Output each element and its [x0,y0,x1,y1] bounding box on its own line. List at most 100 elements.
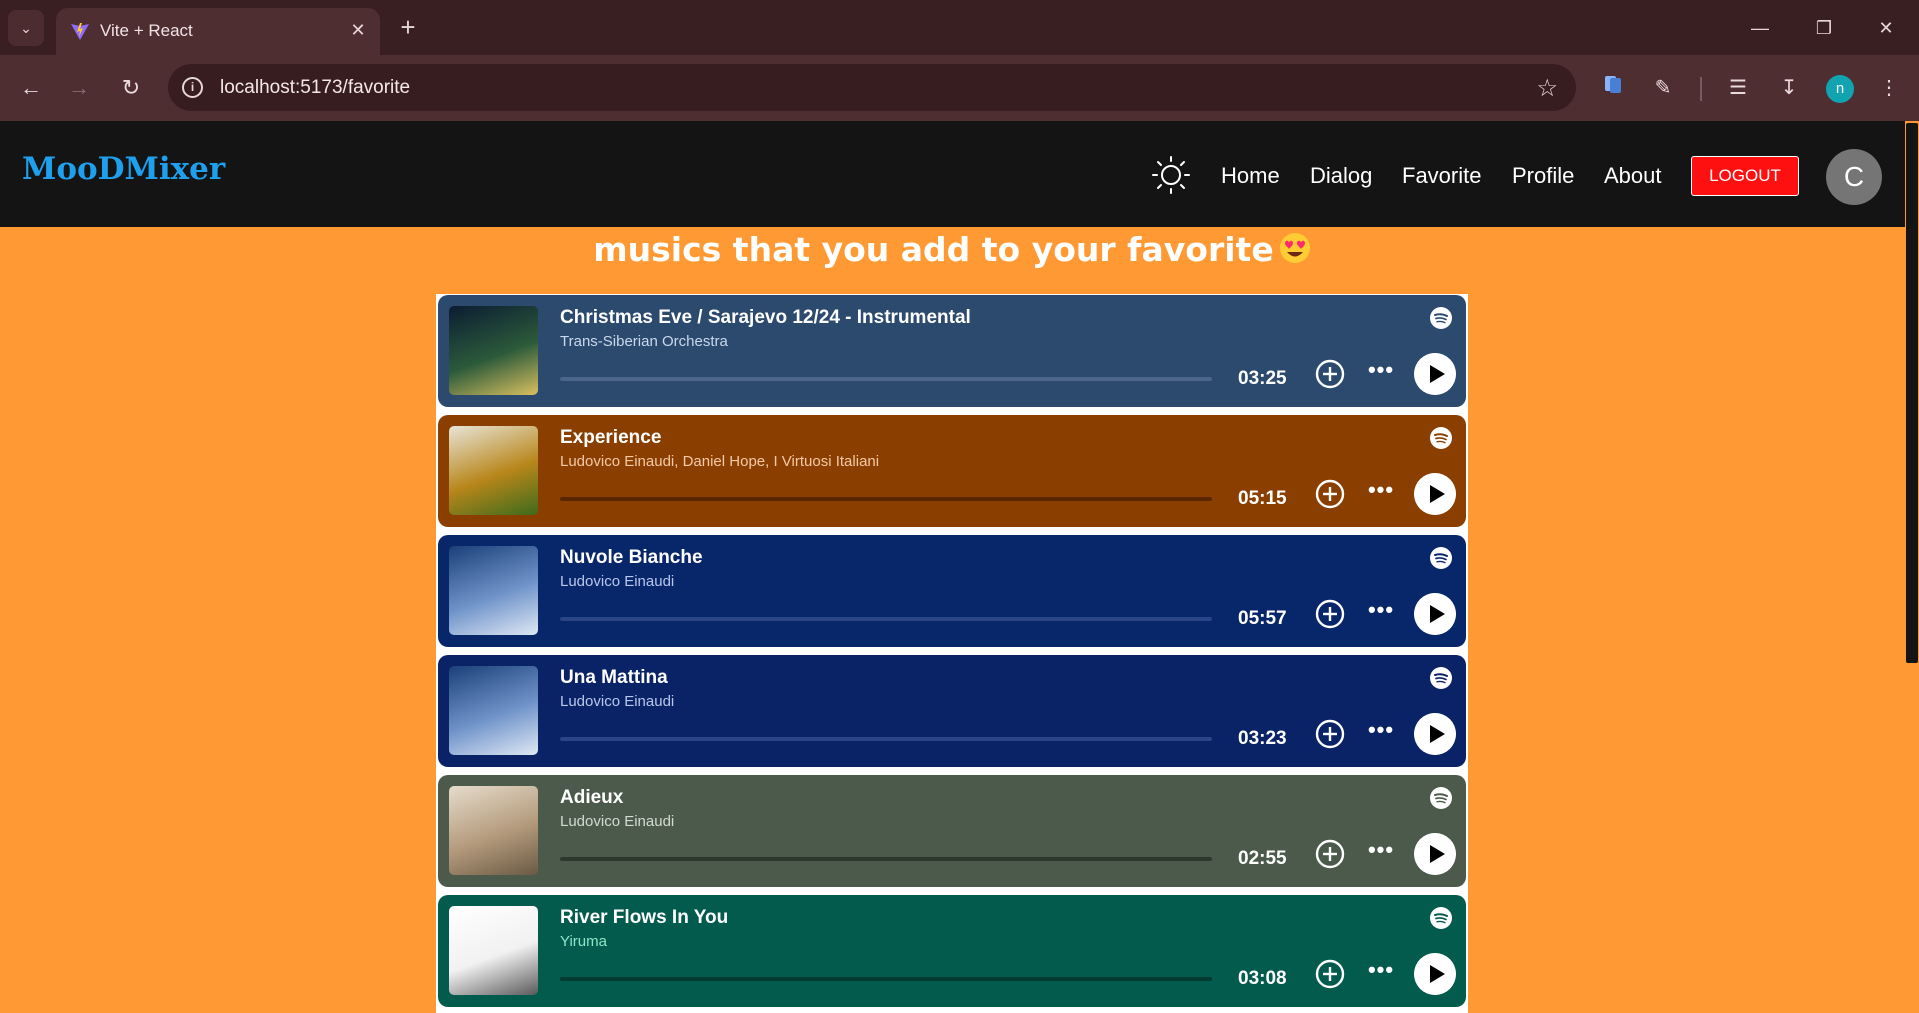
album-cover [449,906,538,995]
extension-doc-icon[interactable] [1598,73,1628,103]
track-artist: Ludovico Einaudi [560,813,675,830]
album-cover [449,426,538,515]
track-artist: Trans-Siberian Orchestra [560,333,728,350]
track-card[interactable]: Adieux Ludovico Einaudi 02:55 ••• [438,775,1466,887]
track-duration: 03:23 [1238,728,1287,749]
track-card[interactable]: Nuvole Bianche Ludovico Einaudi 05:57 ••… [438,535,1466,647]
site-info-icon[interactable]: i [182,77,203,98]
progress-bar[interactable] [560,737,1212,741]
vite-logo-icon [71,23,89,40]
download-icon[interactable]: ↧ [1774,73,1804,103]
track-artist: Ludovico Einaudi, Daniel Hope, I Virtuos… [560,453,880,470]
track-title: Adieux [560,787,624,808]
track-artist: Yiruma [560,933,607,950]
media-queue-icon[interactable]: ☰ [1723,73,1753,103]
track-title: Una Mattina [560,667,668,688]
progress-bar[interactable] [560,857,1212,861]
browser-tab[interactable]: Vite + React ✕ [56,8,380,55]
nav-about[interactable]: About [1604,163,1662,189]
nav-profile[interactable]: Profile [1512,163,1574,189]
track-card[interactable]: Christmas Eve / Sarajevo 12/24 - Instrum… [438,295,1466,407]
track-artist: Ludovico Einaudi [560,693,675,710]
track-duration: 03:08 [1238,968,1287,989]
track-card[interactable]: Experience Ludovico Einaudi, Daniel Hope… [438,415,1466,527]
logout-button[interactable]: LOGOUT [1691,156,1799,196]
play-icon[interactable] [1414,353,1456,395]
spotify-icon[interactable] [1430,307,1452,329]
track-duration: 03:25 [1238,368,1287,389]
track-card[interactable]: River Flows In You Yiruma 03:08 ••• [438,895,1466,1007]
url-text[interactable]: localhost:5173/favorite [220,77,410,99]
more-options-icon[interactable]: ••• [1366,719,1396,749]
brand-logo[interactable]: MooDMixer [22,151,225,187]
add-icon[interactable] [1314,718,1346,750]
page-heading: musics that you add to your favorite [0,230,1905,269]
browser-tab-bar: ⌄ Vite + React ✕ + — ❐ ✕ [0,0,1919,55]
spotify-icon[interactable] [1430,667,1452,689]
play-icon[interactable] [1414,473,1456,515]
forward-icon[interactable]: → [62,71,96,105]
play-icon[interactable] [1414,833,1456,875]
track-duration: 05:57 [1238,608,1287,629]
track-title: River Flows In You [560,907,729,928]
add-icon[interactable] [1314,598,1346,630]
nav-favorite[interactable]: Favorite [1402,163,1481,189]
new-tab-icon[interactable]: + [392,12,424,44]
track-duration: 02:55 [1238,848,1287,869]
album-cover [449,666,538,755]
play-icon[interactable] [1414,593,1456,635]
spotify-icon[interactable] [1430,787,1452,809]
more-options-icon[interactable]: ••• [1366,839,1396,869]
user-avatar[interactable]: C [1826,149,1882,205]
track-title: Nuvole Bianche [560,547,703,568]
bookmark-star-icon[interactable]: ☆ [1536,74,1558,103]
app-header: MooDMixer Home Dialog Favorite Profile A… [0,121,1905,227]
track-card[interactable]: Una Mattina Ludovico Einaudi 03:23 ••• [438,655,1466,767]
window-close-icon[interactable]: ✕ [1866,12,1906,44]
tab-search-icon[interactable]: ⌄ [8,10,44,46]
progress-bar[interactable] [560,497,1212,501]
add-icon[interactable] [1314,478,1346,510]
toolbar-separator [1700,77,1702,101]
album-cover [449,306,538,395]
play-icon[interactable] [1414,953,1456,995]
album-cover [449,546,538,635]
scrollbar-thumb[interactable] [1906,123,1918,663]
more-options-icon[interactable]: ••• [1366,599,1396,629]
favorite-track-list: Christmas Eve / Sarajevo 12/24 - Instrum… [436,294,1468,1013]
progress-bar[interactable] [560,377,1212,381]
play-icon[interactable] [1414,713,1456,755]
progress-bar[interactable] [560,617,1212,621]
more-options-icon[interactable]: ••• [1366,479,1396,509]
back-icon[interactable]: ← [14,71,48,105]
sun-icon[interactable] [1152,156,1190,194]
track-title: Experience [560,427,662,448]
spotify-icon[interactable] [1430,907,1452,929]
track-artist: Ludovico Einaudi [560,573,675,590]
nav-home[interactable]: Home [1221,163,1280,189]
more-options-icon[interactable]: ••• [1366,359,1396,389]
tab-title: Vite + React [100,21,193,40]
nav-dialog[interactable]: Dialog [1310,163,1372,189]
add-icon[interactable] [1314,358,1346,390]
browser-toolbar: ← → ↻ i localhost:5173/favorite ☆ ✎ ☰ ↧ … [0,55,1919,121]
add-icon[interactable] [1314,838,1346,870]
add-icon[interactable] [1314,958,1346,990]
track-duration: 05:15 [1238,488,1287,509]
album-cover [449,786,538,875]
more-options-icon[interactable]: ••• [1366,959,1396,989]
minimize-icon[interactable]: — [1740,12,1780,44]
browser-menu-icon[interactable]: ⋮ [1874,73,1904,103]
tab-close-icon[interactable]: ✕ [346,18,370,42]
extensions-puzzle-icon[interactable]: ✎ [1648,73,1678,103]
heart-eyes-emoji-icon [1279,233,1310,263]
reload-icon[interactable]: ↻ [114,71,148,105]
progress-bar[interactable] [560,977,1212,981]
spotify-icon[interactable] [1430,547,1452,569]
restore-icon[interactable]: ❐ [1804,12,1844,44]
page-heading-text: musics that you add to your favorite [593,230,1274,269]
address-bar[interactable]: i localhost:5173/favorite ☆ [168,64,1576,111]
track-title: Christmas Eve / Sarajevo 12/24 - Instrum… [560,307,971,328]
spotify-icon[interactable] [1430,427,1452,449]
browser-profile-avatar[interactable]: n [1826,75,1854,103]
